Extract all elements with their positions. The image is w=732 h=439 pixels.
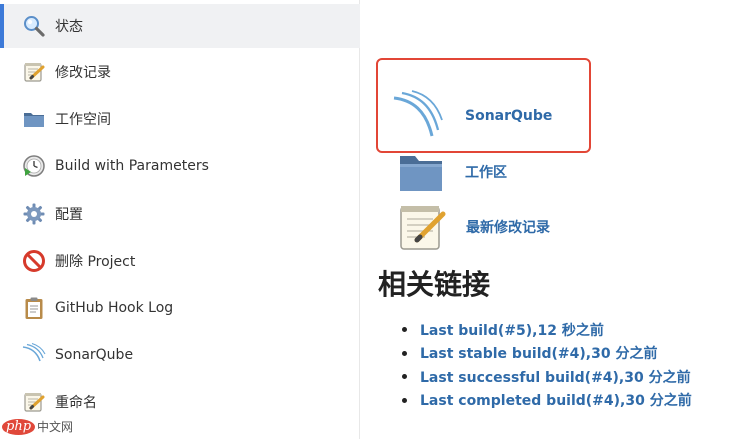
sidebar-item-label: 状态	[55, 19, 83, 35]
sonarqube-wave-icon	[392, 90, 444, 142]
sidebar-item-delete-project[interactable]: 删除 Project	[0, 239, 360, 283]
sidebar-item-label: Build with Parameters	[55, 158, 209, 174]
sidebar-item-configure[interactable]: 配置	[0, 192, 360, 236]
sidebar-item-label: 工作空间	[55, 112, 111, 128]
sonarqube-link[interactable]: SonarQube	[392, 90, 552, 142]
sidebar-item-label: 重命名	[55, 395, 97, 411]
last-build-link[interactable]: Last build(#5),12 秒之前	[420, 320, 604, 340]
sidebar-item-changes[interactable]: 修改记录	[0, 50, 360, 94]
watermark: php 中文网	[2, 418, 73, 435]
sidebar-item-build-with-parameters[interactable]: Build with Parameters	[0, 144, 360, 188]
recent-changes-link-label[interactable]: 最新修改记录	[466, 217, 550, 237]
list-item: Last build(#5),12 秒之前	[402, 318, 692, 342]
bullet	[402, 374, 407, 380]
sidebar-item-label: SonarQube	[55, 347, 134, 363]
clipboard-icon	[21, 295, 47, 321]
jenkins-job-page: 状态 修改记录 工作空间 Build with Parameters 配置 删除…	[0, 0, 732, 439]
sidebar-item-label: GitHub Hook Log	[55, 300, 174, 316]
workspace-link[interactable]: 工作区	[397, 150, 507, 194]
recent-changes-link[interactable]: 最新修改记录	[397, 202, 550, 252]
sidebar-item-label: 配置	[55, 207, 83, 223]
sidebar-item-label: 删除 Project	[55, 254, 136, 270]
sidebar: 状态 修改记录 工作空间 Build with Parameters 配置 删除…	[0, 0, 360, 439]
no-entry-icon	[21, 248, 47, 274]
sidebar-item-workspace[interactable]: 工作空间	[0, 97, 360, 141]
folder-icon	[21, 106, 47, 132]
last-stable-build-link[interactable]: Last stable build(#4),30 分之前	[420, 343, 657, 363]
related-links-list: Last build(#5),12 秒之前 Last stable build(…	[402, 318, 692, 412]
folder-icon	[397, 150, 445, 194]
clock-play-icon	[21, 153, 47, 179]
bullet	[402, 327, 407, 333]
bullet	[402, 350, 407, 356]
bullet	[402, 397, 407, 403]
watermark-text: 中文网	[37, 420, 74, 434]
last-successful-build-link[interactable]: Last successful build(#4),30 分之前	[420, 367, 691, 387]
workspace-link-label[interactable]: 工作区	[465, 162, 507, 182]
gear-icon	[21, 201, 47, 227]
notepad-icon	[21, 389, 47, 415]
sonarqube-link-label[interactable]: SonarQube	[465, 108, 552, 124]
related-links-heading: 相关链接	[378, 268, 491, 301]
notepad-icon	[21, 59, 47, 85]
sidebar-item-status[interactable]: 状态	[0, 4, 360, 48]
notepad-icon	[397, 202, 447, 252]
list-item: Last stable build(#4),30 分之前	[402, 342, 692, 366]
list-item: Last completed build(#4),30 分之前	[402, 389, 692, 413]
sidebar-item-label: 修改记录	[55, 65, 111, 81]
sidebar-item-github-hook-log[interactable]: GitHub Hook Log	[0, 286, 360, 330]
sidebar-item-sonarqube[interactable]: SonarQube	[0, 333, 360, 377]
magnifier-icon	[21, 13, 47, 39]
last-completed-build-link[interactable]: Last completed build(#4),30 分之前	[420, 390, 692, 410]
php-logo: php	[2, 418, 36, 435]
sonarqube-wave-icon	[21, 342, 47, 368]
list-item: Last successful build(#4),30 分之前	[402, 365, 692, 389]
